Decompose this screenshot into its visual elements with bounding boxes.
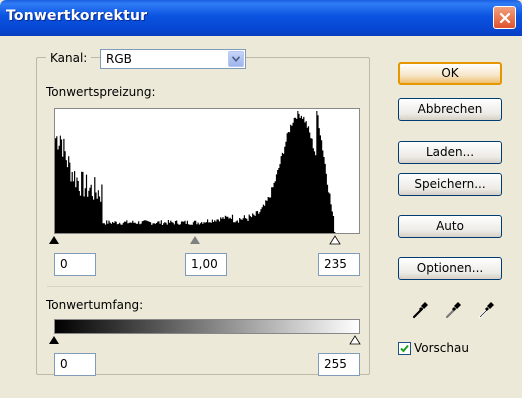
output-white-field[interactable]: 255 (318, 353, 360, 376)
save-button[interactable]: Speichern... (398, 173, 502, 196)
channel-select[interactable]: RGB (100, 49, 246, 69)
input-black-field[interactable]: 0 (54, 253, 96, 276)
output-levels-label: Tonwertumfang: (46, 298, 144, 312)
channel-label: Kanal: (50, 51, 88, 65)
options-button[interactable]: Optionen... (398, 257, 502, 280)
chevron-down-icon (232, 56, 240, 62)
auto-button[interactable]: Auto (398, 215, 502, 238)
separator (47, 286, 362, 287)
channel-label-wrap: Kanal: (46, 48, 92, 68)
levels-dialog: Tonwertkorrektur Kanal: RGB Tonwertsprei… (0, 0, 522, 398)
preview-label: Vorschau (414, 341, 469, 355)
output-gradient-bar (54, 319, 360, 334)
input-white-field[interactable]: 235 (318, 253, 360, 276)
title-bar[interactable]: Tonwertkorrektur (0, 0, 522, 36)
white-point-eyedropper-icon[interactable] (478, 302, 494, 319)
input-white-slider[interactable] (329, 235, 341, 245)
ok-button[interactable]: OK (398, 62, 502, 85)
window-title: Tonwertkorrektur (6, 8, 148, 24)
output-black-field[interactable]: 0 (54, 353, 96, 376)
cancel-button[interactable]: Abbrechen (398, 98, 502, 121)
input-levels-label: Tonwertspreizung: (46, 85, 156, 99)
output-black-slider[interactable] (49, 336, 59, 344)
input-slider-track (49, 235, 341, 245)
close-icon (499, 12, 510, 23)
histogram-graph (55, 111, 359, 233)
input-gamma-field[interactable]: 1,00 (185, 253, 227, 276)
eyedropper-group (412, 302, 494, 319)
input-gamma-slider[interactable] (190, 236, 200, 244)
output-slider-track (49, 335, 361, 345)
gray-point-eyedropper-icon[interactable] (445, 302, 461, 319)
input-black-slider[interactable] (49, 236, 59, 244)
checkmark-icon (400, 344, 409, 353)
close-button[interactable] (493, 6, 516, 29)
black-point-eyedropper-icon[interactable] (412, 302, 428, 319)
histogram-shape (55, 111, 359, 233)
load-button[interactable]: Laden... (398, 141, 502, 164)
channel-value: RGB (106, 52, 132, 66)
preview-checkbox[interactable] (398, 342, 411, 355)
channel-dropdown-button[interactable] (228, 51, 244, 67)
histogram (54, 108, 360, 234)
output-white-slider[interactable] (349, 335, 361, 345)
